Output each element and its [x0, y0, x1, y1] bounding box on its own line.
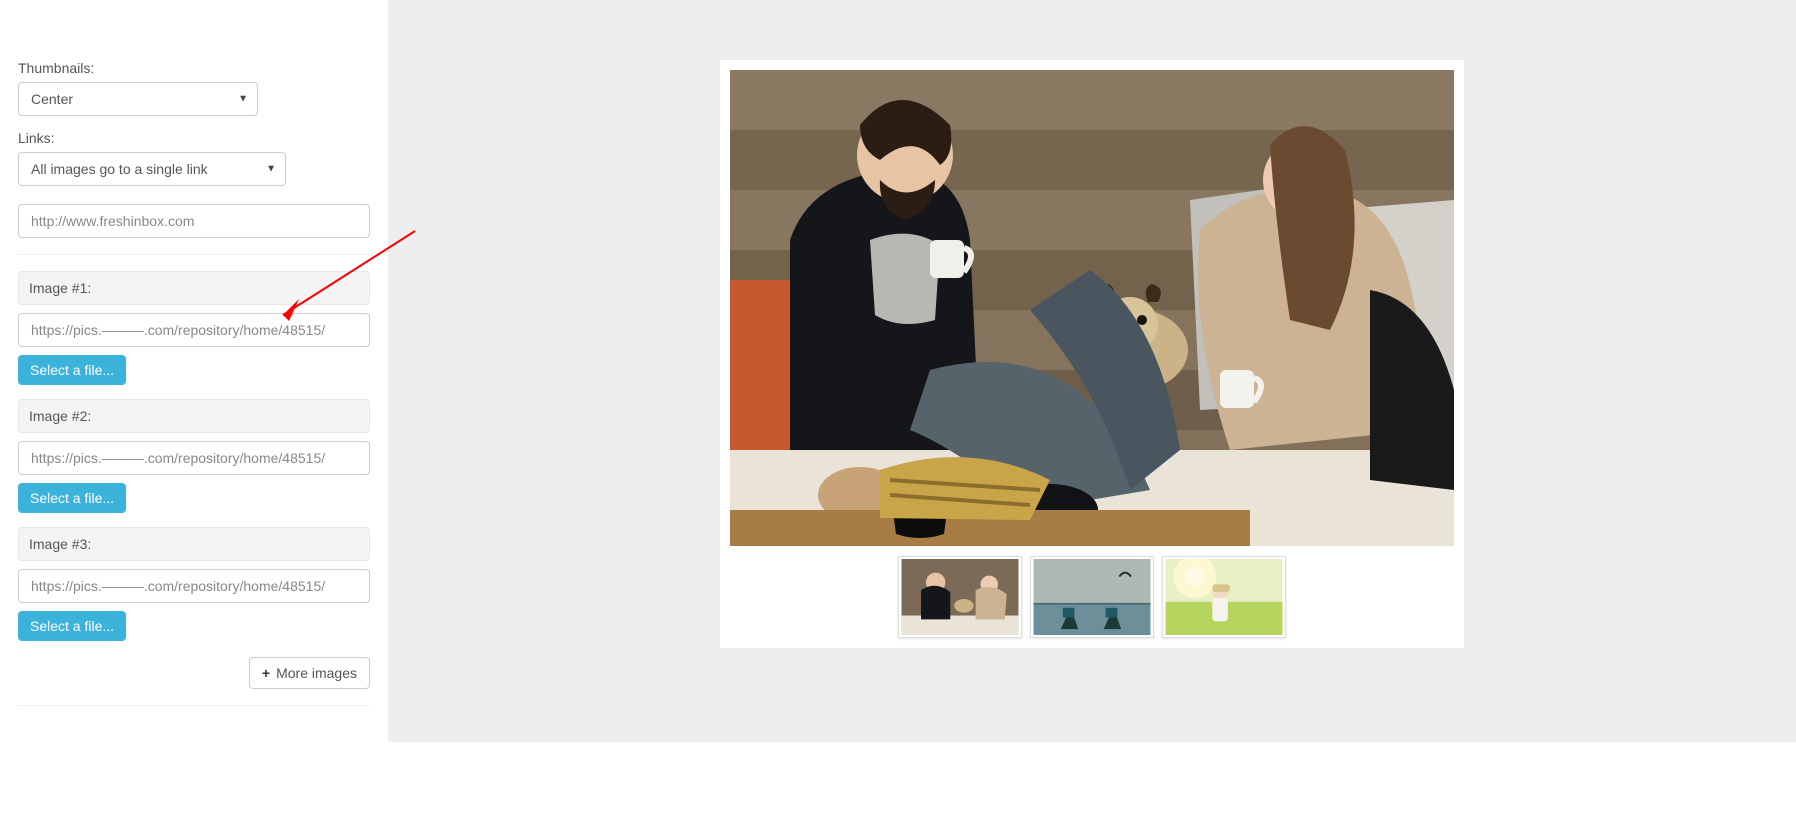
select-file-button-1[interactable]: Select a file... [18, 355, 126, 385]
links-select[interactable]: All images go to a single link [18, 152, 286, 186]
image-url-wrap-3 [18, 569, 370, 603]
image-url-input-1[interactable] [18, 313, 370, 347]
select-file-button-3[interactable]: Select a file... [18, 611, 126, 641]
image-url-input-2[interactable] [18, 441, 370, 475]
image-header-1: Image #1: [18, 271, 370, 305]
preview-main-image [730, 70, 1454, 546]
thumbnails-select[interactable]: Center [18, 82, 258, 116]
divider [18, 254, 370, 255]
preview-area [388, 0, 1796, 742]
image-url-wrap-2 [18, 441, 370, 475]
thumbnails-group: Thumbnails: Center ▼ [18, 60, 370, 116]
thumbnail-1[interactable] [898, 556, 1022, 638]
select-file-button-2[interactable]: Select a file... [18, 483, 126, 513]
divider [18, 705, 370, 706]
links-label: Links: [18, 130, 370, 146]
more-images-button[interactable]: + More images [249, 657, 370, 689]
image-header-2: Image #2: [18, 399, 370, 433]
more-images-label: More images [276, 665, 357, 681]
thumbnail-3[interactable] [1162, 556, 1286, 638]
image-header-3: Image #3: [18, 527, 370, 561]
link-url-group [18, 204, 370, 238]
thumbnails-row [730, 556, 1454, 638]
sidebar-form: Thumbnails: Center ▼ Links: All images g… [0, 0, 388, 742]
thumbnails-label: Thumbnails: [18, 60, 370, 76]
link-url-input[interactable] [18, 204, 370, 238]
links-group: Links: All images go to a single link ▼ [18, 130, 370, 186]
image-url-wrap-1 [18, 313, 370, 347]
thumbnail-2[interactable] [1030, 556, 1154, 638]
preview-card [720, 60, 1464, 648]
plus-icon: + [262, 665, 270, 681]
image-url-input-3[interactable] [18, 569, 370, 603]
